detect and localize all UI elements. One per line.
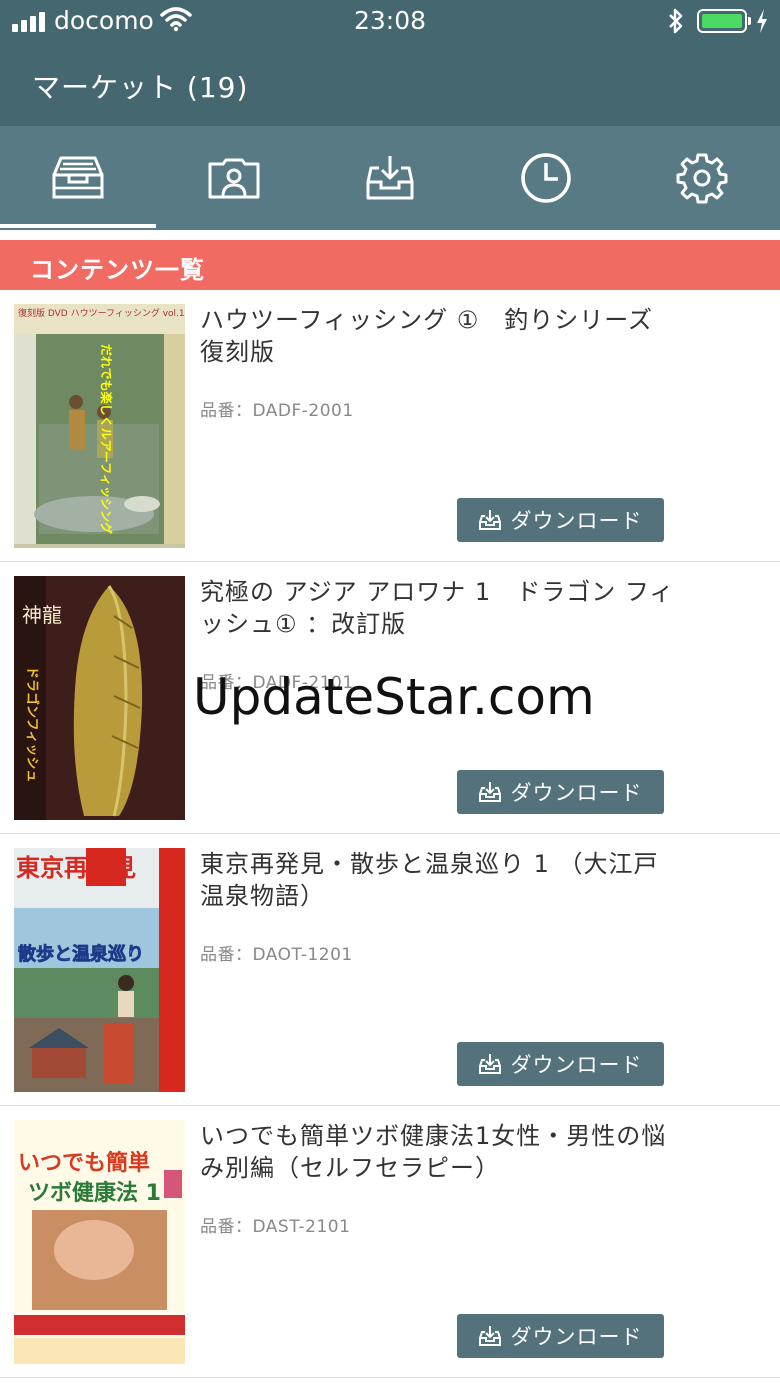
download-label: ダウンロード (510, 509, 643, 533)
cover-top-text: 東京再発見 (16, 854, 136, 882)
download-button[interactable]: ダウンロード (457, 1314, 664, 1358)
download-icon (478, 782, 501, 802)
page-title: マーケット (19) (32, 71, 249, 104)
download-label: ダウンロード (510, 1325, 643, 1349)
gear-icon (676, 153, 728, 204)
tab-selected-indicator (0, 224, 156, 228)
battery-icon (697, 9, 751, 33)
profile-card-icon (208, 158, 260, 199)
item-title: ハウツーフィッシング ① 釣りシリーズ 復刻版 (200, 306, 654, 366)
cover-top-text: いつでも簡単 (18, 1150, 150, 1176)
clock-time: 23:08 (353, 6, 427, 35)
download-button[interactable]: ダウンロード (457, 770, 664, 814)
charging-bolt-icon (757, 9, 767, 33)
tab-history[interactable] (468, 126, 624, 230)
download-button[interactable]: ダウンロード (457, 498, 664, 542)
list-item[interactable]: いつでも簡単 ツボ健康法 1 いつでも簡単ツボ健康法1女性・男性の悩み別編（セル… (0, 1106, 780, 1378)
download-icon (478, 1326, 501, 1346)
tab-profile[interactable] (156, 126, 312, 230)
section-header: コンテンツ一覧 (0, 240, 780, 290)
tab-bar-divider (0, 230, 780, 240)
content-list: 復刻版 DVD ハウツーフィッシング vol.1 だれでも楽しくルアーフィッシン… (0, 290, 780, 1378)
tab-bar (0, 126, 780, 230)
download-button[interactable]: ダウンロード (457, 1042, 664, 1086)
dvd-cover-image: 神龍 ドラゴンフィッシュ (14, 576, 185, 820)
dvd-cover-image: 復刻版 DVD ハウツーフィッシング vol.1 だれでも楽しくルアーフィッシン… (14, 304, 185, 548)
cover-top-text: 復刻版 DVD ハウツーフィッシング vol.1 (18, 307, 185, 319)
list-item[interactable]: 復刻版 DVD ハウツーフィッシング vol.1 だれでも楽しくルアーフィッシン… (0, 290, 780, 562)
watermark-text: UpdateStar.com (193, 668, 595, 726)
download-tray-icon (366, 156, 414, 200)
item-title: 究極の アジア アロワナ 1 ドラゴン フィッシュ① ：改訂版 (200, 578, 675, 638)
item-code: 品番：DAST-2101 (200, 1217, 351, 1237)
status-bar: docomo 23:08 (0, 0, 780, 44)
bluetooth-icon (669, 8, 683, 34)
download-icon (478, 510, 501, 530)
download-label: ダウンロード (510, 1053, 643, 1077)
nav-bar: マーケット (19) (0, 44, 780, 126)
item-title: いつでも簡単ツボ健康法1女性・男性の悩み別編（セルフセラピー） (200, 1122, 667, 1182)
dvd-cover-image: 東京再発見 散歩と温泉巡り (14, 848, 185, 1092)
item-title: 東京再発見・散歩と温泉巡り 1 （大江戸温泉物語） (200, 850, 659, 910)
tab-settings[interactable] (624, 126, 780, 230)
cover-mid-text: 散歩と温泉巡り (18, 943, 144, 965)
download-label: ダウンロード (510, 781, 643, 805)
cover-mid-text: だれでも楽しくルアーフィッシング (99, 344, 114, 534)
list-item[interactable]: 東京再発見 散歩と温泉巡り 東京再発見・散歩と温泉巡り 1 （大江戸温泉物語） … (0, 834, 780, 1106)
section-title: コンテンツ一覧 (30, 256, 205, 284)
download-icon (478, 1054, 501, 1074)
dvd-cover-image: いつでも簡単 ツボ健康法 1 (14, 1120, 185, 1364)
item-code: 品番：DAOT-1201 (200, 945, 353, 965)
market-tray-icon (52, 156, 104, 199)
tab-downloads[interactable] (312, 126, 468, 230)
cover-mid-text: ツボ健康法 1 (28, 1180, 161, 1206)
cover-top-text: 神龍 (22, 603, 62, 627)
tab-market[interactable] (0, 126, 156, 230)
cover-mid-text: ドラゴンフィッシュ (24, 666, 40, 782)
clock-icon (521, 153, 571, 203)
item-code: 品番：DADF-2001 (200, 401, 354, 421)
